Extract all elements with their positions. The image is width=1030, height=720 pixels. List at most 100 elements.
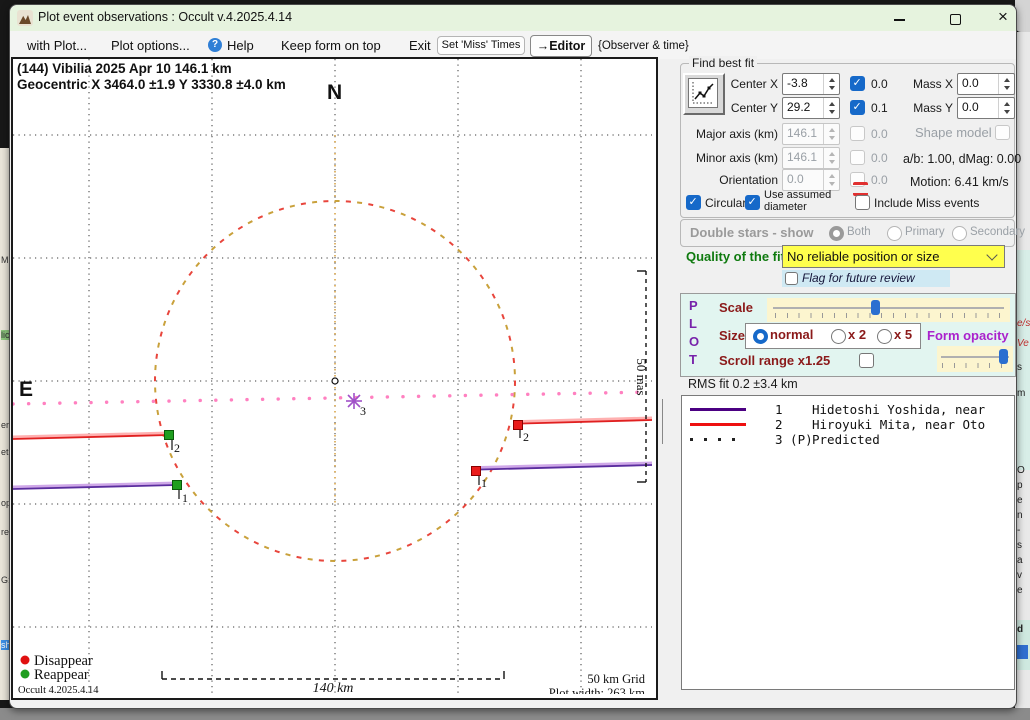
chord-label-1: 1 [182,491,188,505]
scale-slider-thumb[interactable] [871,300,880,315]
set-miss-times-button[interactable]: Set 'Miss' Times [437,36,525,55]
menu-exit[interactable]: Exit [409,38,431,53]
help-icon[interactable]: ? [208,38,222,52]
opacity-slider[interactable] [937,346,1013,372]
center-y-spinner[interactable]: 29.2 [782,97,840,119]
ab-dmag-label: a/b: 1.00, dMag: 0.00 [903,152,1022,166]
bg-fragment: lic [1,330,9,340]
east-label: E [19,378,33,401]
fix-x-checkbox[interactable] [850,76,865,91]
bg-fragment: e/s [1017,318,1030,329]
editor-button[interactable]: →Editor [530,35,592,57]
mass-y-arrows[interactable] [998,98,1014,118]
legend-reappear: Reappear [34,667,89,683]
size-x5-radio[interactable] [877,329,892,344]
include-miss-checkbox[interactable] [855,195,870,210]
minor-axis-value: 146.1 [787,150,818,164]
rms-fit-label: RMS fit 0.2 ±3.4 km [688,377,798,391]
bg-fragment: er [1,420,9,430]
orientation-arrows [823,170,839,190]
observer-time-label[interactable]: {Observer & time} [598,40,689,52]
fix-minor-value: 0.0 [871,151,888,165]
mass-x-value: 0.0 [962,76,979,90]
flag-review-label: Flag for future review [802,271,915,285]
reappear-dot-icon [20,669,30,679]
mass-y-label: Mass Y [913,101,953,115]
fix-y-checkbox[interactable] [850,100,865,115]
center-y-arrows[interactable] [823,98,839,118]
panel-divider-handle[interactable] [662,399,663,444]
north-label: N [327,81,342,104]
flag-review-checkbox[interactable] [785,272,798,285]
plot-letter-o: O [689,334,700,349]
scale-slider[interactable] [767,298,1010,322]
double-secondary-label: Secondary [970,226,1025,238]
minimize-icon[interactable] [894,19,905,21]
observer-number: 3 (P) [775,432,813,447]
list-item[interactable]: 3 (P) Predicted [682,432,1014,447]
fix-x-value: 0.0 [871,77,888,91]
background-window-corner [1015,0,1030,32]
size-radio-group: normal x 2 x 5 [745,323,921,349]
maximize-icon[interactable] [950,14,961,25]
list-item[interactable]: 1 Hidetoshi Yoshida, near [682,402,1014,417]
fix-orientation-value: 0.0 [871,173,888,187]
quality-dropdown[interactable]: No reliable position or size [782,245,1005,268]
center-x-spinner[interactable]: -3.8 [782,73,840,95]
quality-label: Quality of the fit [686,249,785,264]
observer-name: Hiroyuki Mita, near Oto [812,417,986,432]
bg-fragment: re [1,527,9,537]
size-x2-radio[interactable] [831,329,846,344]
opacity-slider-thumb[interactable] [999,349,1008,364]
center-x-arrows[interactable] [823,74,839,94]
bg-fragment: a [1017,555,1023,566]
shape-model-label: Shape model [915,125,992,140]
minor-axis-arrows [823,148,839,168]
bg-fragment: e [1017,585,1023,596]
mass-x-arrows[interactable] [998,74,1014,94]
use-assumed-checkbox[interactable] [745,195,760,210]
mass-x-spinner[interactable]: 0.0 [957,73,1015,95]
occultation-plot-area[interactable]: 3 2 2 1 1 50 mas 140 km 50 km Grid Plot … [11,57,658,700]
fix-y-value: 0.1 [871,101,888,115]
shape-model-checkbox [995,125,1010,140]
bg-band [1015,250,1030,470]
title-bar[interactable]: Plot event observations : Occult v.4.202… [10,5,1016,31]
menu-keep-on-top[interactable]: Keep form on top [281,38,381,53]
close-icon[interactable]: × [998,7,1008,27]
chord-label-3: 3 [360,404,366,418]
circular-checkbox[interactable] [686,195,701,210]
mas-scale-label: 50 mas [634,358,649,395]
fix-major-checkbox [850,126,865,141]
mass-y-spinner[interactable]: 0.0 [957,97,1015,119]
menu-help[interactable]: Help [227,38,254,53]
observer-number: 2 [775,417,783,432]
predicted-path [11,390,654,406]
scroll-range-label: Scroll range x1.25 [719,353,831,368]
scale-slider-track [773,307,1004,309]
size-normal-radio[interactable] [753,329,768,344]
chord1-line-swatch [690,408,746,411]
menu-with-plot[interactable]: with Plot... [27,38,87,53]
list-item[interactable]: 2 Hiroyuki Mita, near Oto [682,417,1014,432]
plot-letter-l: L [689,316,697,331]
background-window-right-sliver: e/s Ve s m O p e n - s a v e d [1015,32,1030,708]
observer-list[interactable]: 1 Hidetoshi Yoshida, near 2 Hiroyuki Mit… [681,395,1015,690]
plot-letter-t: T [689,352,697,367]
km-scale-label: 140 km [313,681,354,694]
plot-event-observations-window: Plot event observations : Occult v.4.202… [9,4,1025,709]
disappear-dot-icon [20,655,30,665]
bg-fragment: p [1017,480,1023,491]
center-y-value: 29.2 [787,100,811,114]
double-both-radio [829,226,844,241]
window-title: Plot event observations : Occult v.4.202… [38,10,293,24]
flag-review-row: Flag for future review [782,270,950,287]
version-label: Occult 4.2025.4.14 [18,685,99,694]
menu-plot-options[interactable]: Plot options... [111,38,190,53]
major-axis-value: 146.1 [787,126,818,140]
scroll-range-checkbox[interactable] [859,353,874,368]
orientation-spinner: 0.0 [782,169,840,191]
fix-minor-checkbox [850,150,865,165]
bg-fragment: sh [1,640,9,650]
occultation-plot: 3 2 2 1 1 50 mas 140 km 50 km Grid Plot … [11,59,654,700]
